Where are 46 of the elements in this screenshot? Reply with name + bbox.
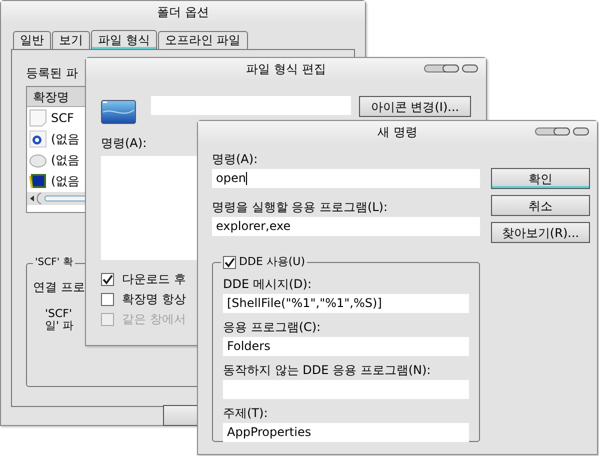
description-text: 일' 파 (45, 320, 74, 332)
field-label: 동작하지 않는 DDE 응용 프로그램(N): (223, 363, 432, 377)
text-field[interactable]: explorer,exe (212, 217, 480, 236)
checkbox-label: DDE 사용(U) (239, 255, 306, 269)
tab[interactable]: 파일 형식 (91, 30, 157, 49)
field-label: 명령(A): (101, 136, 147, 150)
dialog-button[interactable]: 취소 (491, 195, 590, 216)
window-controls-icon[interactable] (424, 64, 478, 73)
text-field[interactable] (223, 380, 469, 399)
field-label: 명령(A): (212, 152, 259, 166)
field-label: DDE 메시지(D): (223, 277, 313, 291)
list-label: 등록된 파 (26, 66, 78, 80)
window-title: 새 명령 (378, 125, 418, 139)
tab[interactable]: 오프라인 파일 (158, 31, 248, 49)
file-type-icon (101, 100, 136, 124)
file-type-icon (29, 172, 47, 190)
dialog-button[interactable]: 찾아보기(R)... (491, 222, 590, 243)
tab[interactable]: 보기 (52, 31, 90, 49)
field-label: 연결 프로 (33, 280, 85, 294)
group-title: 'SCF' 확 (35, 256, 73, 270)
window-title: 폴더 옵션 (157, 5, 209, 19)
icon-name-field[interactable] (151, 96, 351, 115)
list-item[interactable]: SCF (51, 110, 74, 124)
description-text: 'SCF' (45, 308, 72, 320)
field-label: 응용 프로그램(C): (223, 320, 322, 334)
checkbox[interactable] (101, 272, 114, 286)
list-item[interactable]: (없음 (51, 174, 80, 188)
checkbox-label: 확장명 항상 (122, 292, 186, 306)
field-label: 주제(T): (223, 406, 269, 420)
list-item[interactable]: (없음 (51, 132, 80, 146)
dialog-button[interactable]: 확인 (491, 168, 590, 189)
text-field[interactable]: open (212, 169, 480, 188)
change-icon-button[interactable]: 아이콘 변경(I)... (359, 96, 471, 117)
checkbox-label: 다운로드 후 (122, 272, 186, 286)
checkbox[interactable] (101, 292, 114, 306)
text-field[interactable]: Folders (223, 337, 469, 356)
window-controls-icon[interactable] (535, 127, 589, 136)
window-title: 파일 형식 편집 (246, 62, 326, 76)
checkbox-label: 같은 창에서 (122, 312, 186, 326)
checkbox[interactable] (223, 256, 236, 268)
list-item[interactable]: (없음 (51, 152, 80, 166)
tab[interactable]: 일반 (13, 31, 51, 49)
text-field[interactable]: [ShellFile("%1","%1",%S)] (223, 294, 469, 313)
field-label: 명령을 실행할 응용 프로그램(L): (212, 200, 389, 214)
file-type-icon (29, 130, 47, 148)
text-field[interactable]: AppProperties (223, 423, 469, 442)
